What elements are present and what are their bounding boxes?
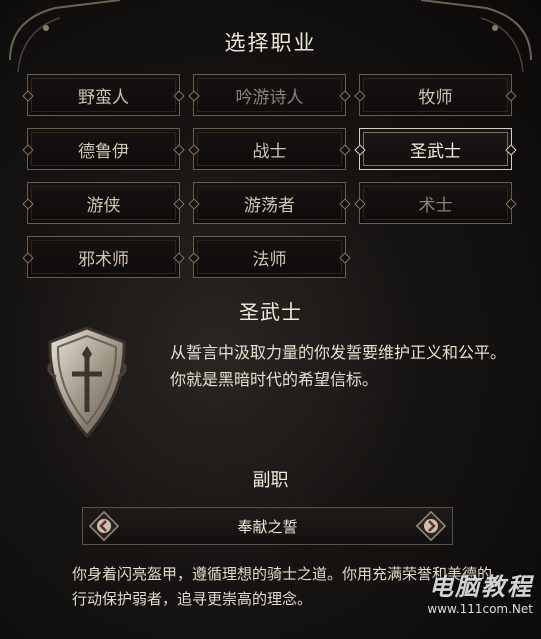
- class-button-sorcerer[interactable]: 术士: [359, 182, 512, 224]
- class-label: 圣武士: [410, 141, 461, 162]
- class-label: 德鲁伊: [78, 141, 129, 162]
- subclass-title: 副职: [252, 470, 289, 491]
- class-label: 游荡者: [244, 195, 295, 216]
- class-label: 邪术师: [78, 249, 129, 270]
- class-button-warlock[interactable]: 邪术师: [27, 236, 180, 278]
- class-label: 吟游诗人: [235, 87, 304, 108]
- site-watermark: 电脑教程 www.111com.Net: [353, 567, 533, 631]
- class-grid: 野蛮人 吟游诗人 牧师 德鲁伊 战士 圣武士 游侠 游荡者 术士 邪术师 法师: [27, 74, 515, 284]
- class-label: 术士: [418, 195, 453, 216]
- class-label: 牧师: [418, 87, 453, 108]
- page-title: 选择职业: [224, 31, 317, 55]
- class-button-paladin[interactable]: 圣武士: [359, 128, 512, 170]
- class-label: 野蛮人: [78, 87, 129, 108]
- chevron-left-icon[interactable]: [89, 511, 119, 541]
- watermark-url: www.111com.Net: [427, 602, 533, 616]
- paladin-shield-icon: [47, 326, 127, 439]
- class-button-bard[interactable]: 吟游诗人: [193, 74, 346, 116]
- class-button-fighter[interactable]: 战士: [193, 128, 346, 170]
- selected-class-name: 圣武士: [239, 300, 302, 324]
- class-button-wizard[interactable]: 法师: [193, 236, 346, 278]
- class-label: 法师: [252, 249, 287, 270]
- class-button-druid[interactable]: 德鲁伊: [27, 128, 180, 170]
- class-button-barbarian[interactable]: 野蛮人: [27, 74, 180, 116]
- selected-class-description: 从誓言中汲取力量的你发誓要维护正义和公平。你就是黑暗时代的希望信标。: [170, 343, 507, 389]
- subclass-selector: 奉献之誓: [82, 507, 453, 545]
- class-button-ranger[interactable]: 游侠: [27, 182, 180, 224]
- chevron-right-icon[interactable]: [416, 511, 446, 541]
- class-button-rogue[interactable]: 游荡者: [193, 182, 346, 224]
- subclass-value: 奉献之誓: [237, 517, 298, 536]
- class-button-cleric[interactable]: 牧师: [359, 74, 512, 116]
- class-label: 战士: [252, 141, 287, 162]
- class-label: 游侠: [86, 195, 121, 216]
- watermark-text: 电脑教程: [429, 573, 533, 601]
